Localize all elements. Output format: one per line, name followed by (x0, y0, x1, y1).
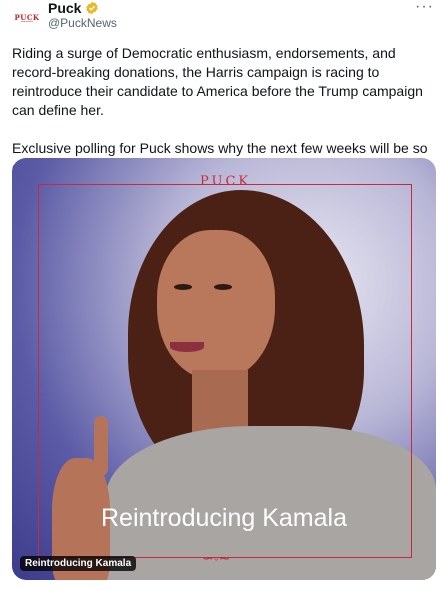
author-handle[interactable]: @PuckNews (48, 16, 117, 30)
avatar[interactable]: PUCK (12, 2, 42, 32)
image-headline: Reintroducing Kamala (101, 504, 347, 532)
image-caption-badge[interactable]: Reintroducing Kamala (20, 556, 137, 571)
more-options-icon[interactable]: ··· (415, 0, 434, 16)
tweet-image[interactable]: PUCK Reintroducing Kamala ∽◦∼ Reintroduc… (12, 158, 436, 580)
author-name[interactable]: Puck (48, 0, 81, 16)
verified-badge-icon (86, 1, 99, 15)
tweet-paragraph-1: Riding a surge of Democratic enthusiasm,… (12, 45, 423, 118)
ornament-icon: ∽◦∼ (202, 550, 231, 566)
puck-brand-mark: PUCK (200, 174, 252, 189)
author-name-row: Puck (48, 0, 99, 16)
tweet-card[interactable]: PUCK Puck @PuckNews ··· Riding a surge o… (0, 0, 444, 590)
avatar-underline (21, 21, 33, 22)
image-frame (38, 184, 412, 558)
